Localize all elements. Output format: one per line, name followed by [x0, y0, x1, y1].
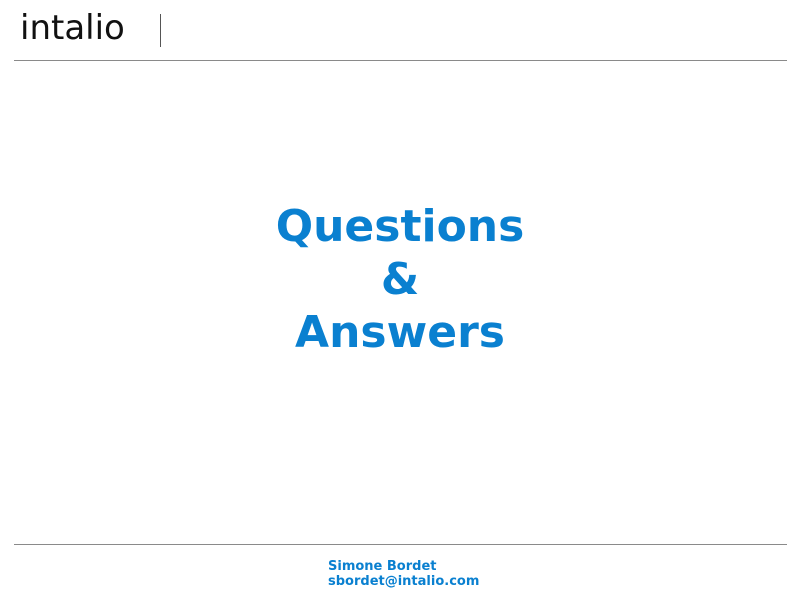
footer-rule	[14, 544, 787, 545]
header-rule	[14, 60, 787, 61]
author-email: sbordet@intalio.com	[328, 574, 480, 589]
title-line-ampersand: &	[380, 254, 420, 305]
intalio-logo: intalio	[20, 8, 125, 48]
title-line-answers: Answers	[295, 307, 505, 358]
logo-divider	[160, 14, 161, 47]
slide-title: Questions & Answers	[0, 200, 800, 359]
footer-author: Simone Bordet sbordet@intalio.com	[328, 559, 479, 589]
slide: intalio Questions & Answers Simone Borde…	[0, 0, 800, 600]
title-line-questions: Questions	[275, 201, 525, 252]
author-name: Simone Bordet	[328, 559, 437, 574]
